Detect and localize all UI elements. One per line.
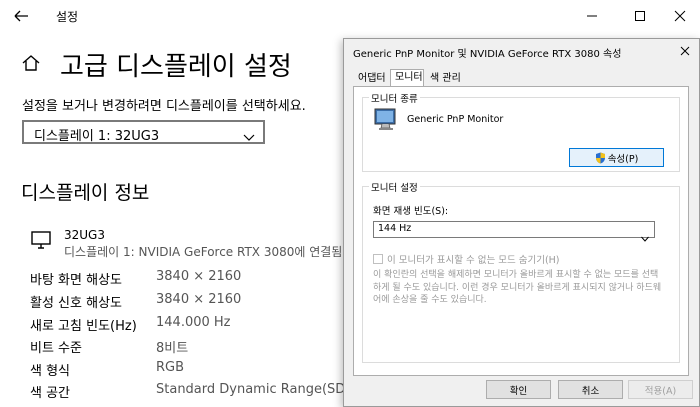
cancel-button[interactable]: 취소: [558, 380, 623, 399]
info-row: 새로 고침 빈도(Hz) 144.000 Hz: [30, 315, 360, 337]
shield-icon: [595, 152, 605, 163]
apply-button[interactable]: 적용(A): [628, 380, 693, 399]
properties-button-label: 속성(P): [607, 153, 639, 165]
info-row: 활성 신호 해상도 3840 × 2160: [30, 292, 360, 314]
monitor-type-group: 모니터 종류 Generic PnP Monitor 속성(P): [362, 91, 680, 172]
info-row: 색 공간 Standard Dynamic Range(SDR): [30, 382, 360, 404]
monitor-settings-group: 모니터 설정 화면 재생 빈도(S): 144 Hz 이 모니터가 표시할 수 …: [362, 180, 680, 363]
chevron-down-icon: [243, 127, 255, 141]
app-title: 설정: [56, 10, 79, 24]
maximize-icon: [635, 11, 645, 21]
info-label: 활성 신호 해상도: [30, 296, 122, 311]
info-row: 색 형식 RGB: [30, 360, 360, 382]
info-label: 색 형식: [30, 364, 71, 379]
dialog-title: Generic PnP Monitor 및 NVIDIA GeForce RTX…: [353, 49, 622, 60]
dialog-close-button[interactable]: [677, 43, 693, 59]
back-arrow-icon[interactable]: [10, 6, 32, 26]
chevron-down-icon: [641, 227, 649, 242]
properties-button[interactable]: 속성(P): [569, 148, 664, 167]
instruction-text: 설정을 보거나 변경하려면 디스플레이를 선택하세요.: [22, 99, 306, 114]
monitor-icon: [30, 230, 52, 250]
group-legend: 모니터 설정: [369, 180, 420, 194]
section-title: 디스플레이 정보: [21, 182, 150, 204]
info-value: 3840 × 2160: [156, 269, 242, 284]
properties-dialog: Generic PnP Monitor 및 NVIDIA GeForce RTX…: [343, 38, 700, 407]
info-value: RGB: [156, 360, 185, 375]
close-window-button[interactable]: [660, 4, 700, 28]
refresh-rate-select[interactable]: 144 Hz: [373, 221, 655, 242]
display-select[interactable]: 디스플레이 1: 32UG3: [22, 120, 265, 144]
info-row: 비트 수준 8비트: [30, 337, 360, 359]
hide-modes-label: 이 모니터가 표시할 수 없는 모드 숨기기(H): [387, 255, 560, 266]
refresh-rate-label: 화면 재생 빈도(S):: [373, 206, 449, 217]
minimize-button[interactable]: [572, 4, 612, 28]
info-value: Standard Dynamic Range(SDR): [156, 382, 360, 397]
close-icon: [674, 10, 686, 22]
refresh-rate-value: 144 Hz: [378, 223, 412, 234]
home-icon: [20, 52, 42, 74]
info-label: 색 공간: [30, 386, 71, 401]
pnp-monitor-icon: [373, 108, 399, 132]
monitor-tab-panel: 모니터 종류 Generic PnP Monitor 속성(P) 모니터 설정 …: [353, 86, 689, 376]
monitor-name: 32UG3: [64, 228, 105, 242]
info-label: 비트 수준: [30, 341, 82, 356]
info-label: 새로 고침 빈도(Hz): [30, 319, 137, 334]
tab-monitor[interactable]: 모니터: [390, 69, 424, 87]
monitor-type-name: Generic PnP Monitor: [407, 114, 504, 125]
info-label: 바탕 화면 해상도: [30, 273, 122, 288]
page-title: 고급 디스플레이 설정: [60, 52, 292, 82]
title-bar: 설정: [0, 0, 700, 32]
ok-button[interactable]: 확인: [486, 380, 551, 399]
tab-color-management[interactable]: 색 관리: [426, 71, 470, 87]
hide-modes-description: 이 확인란의 선택을 해제하면 모니터가 올바르게 표시할 수 없는 모드를 선…: [373, 270, 662, 305]
info-value: 8비트: [156, 341, 189, 356]
minimize-icon: [587, 15, 597, 17]
close-icon: [680, 46, 690, 56]
info-row: 바탕 화면 해상도 3840 × 2160: [30, 269, 360, 291]
maximize-button[interactable]: [620, 4, 660, 28]
info-value: 3840 × 2160: [156, 292, 242, 307]
monitor-connection: 디스플레이 1: NVIDIA GeForce RTX 3080에 연결됨: [64, 245, 343, 259]
group-legend: 모니터 종류: [369, 91, 420, 105]
display-select-value: 디스플레이 1: 32UG3: [34, 129, 160, 144]
tab-adapter[interactable]: 어댑터: [354, 71, 394, 87]
info-value: 144.000 Hz: [156, 315, 231, 330]
hide-modes-checkbox[interactable]: [373, 254, 383, 264]
